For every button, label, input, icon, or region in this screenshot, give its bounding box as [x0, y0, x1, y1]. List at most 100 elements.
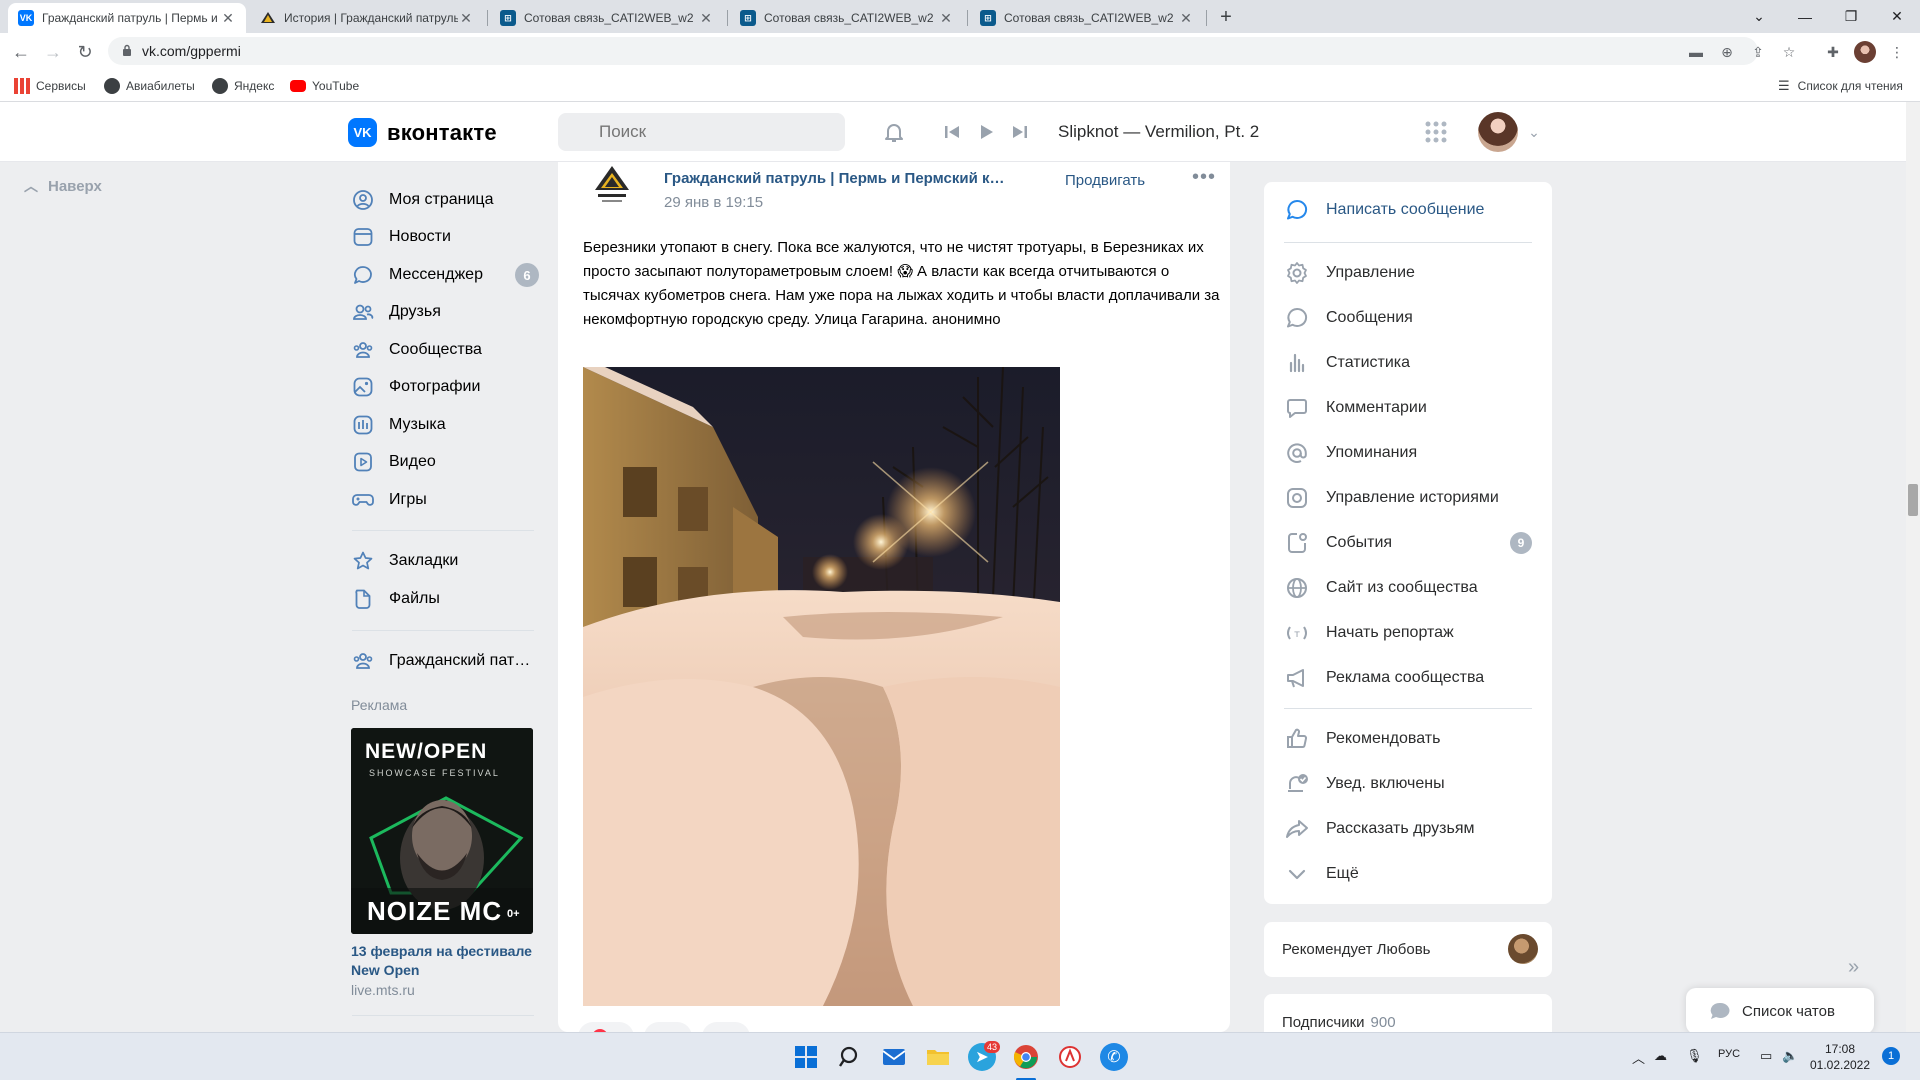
- page-scrollbar[interactable]: [1906, 102, 1920, 1032]
- notifications-badge[interactable]: 1: [1882, 1047, 1900, 1065]
- mail-icon[interactable]: [880, 1043, 908, 1071]
- address-bar[interactable]: vk.com/gppermi: [108, 37, 1758, 65]
- apps-grid-icon[interactable]: [1424, 120, 1448, 144]
- reading-list-button[interactable]: ☰ Список для чтения: [1778, 77, 1903, 95]
- minimize-button[interactable]: —: [1782, 0, 1828, 33]
- promote-button[interactable]: Продвигать: [1065, 172, 1145, 189]
- close-tab-icon[interactable]: ✕: [1178, 10, 1194, 27]
- like-button[interactable]: [578, 1022, 634, 1032]
- bookmark-youtube[interactable]: YouTube: [290, 77, 359, 95]
- new-tab-button[interactable]: +: [1212, 4, 1240, 30]
- notifications-bell-icon[interactable]: [882, 120, 906, 144]
- nav-friends[interactable]: Друзья: [352, 297, 542, 327]
- action-mentions[interactable]: Упоминания: [1284, 439, 1534, 467]
- app-icon[interactable]: [1056, 1043, 1084, 1071]
- phone-app-icon[interactable]: ✆: [1100, 1043, 1128, 1071]
- nav-bookmarks[interactable]: Закладки: [352, 546, 542, 576]
- nav-my-page[interactable]: Моя страница: [352, 185, 542, 215]
- nav-messenger[interactable]: Мессенджер: [352, 260, 542, 290]
- post-photo[interactable]: [583, 367, 1060, 1006]
- comment-button[interactable]: [644, 1022, 692, 1032]
- next-track-icon[interactable]: [1008, 120, 1032, 144]
- nav-community-gp[interactable]: Гражданский пат…: [352, 646, 542, 676]
- previous-track-icon[interactable]: [940, 120, 964, 144]
- community-avatar[interactable]: [592, 164, 632, 210]
- action-ads[interactable]: Реклама сообщества: [1284, 664, 1534, 692]
- bookmark-yandex[interactable]: Яндекс: [212, 77, 274, 95]
- vk-logo[interactable]: VK вконтакте: [348, 118, 497, 147]
- file-explorer-icon[interactable]: [924, 1043, 952, 1071]
- write-message-button[interactable]: Написать сообщение: [1284, 196, 1534, 224]
- action-recommend[interactable]: Рекомендовать: [1284, 725, 1534, 753]
- system-clock[interactable]: 17:08 01.02.2022: [1800, 1041, 1880, 1073]
- close-tab-icon[interactable]: ✕: [220, 10, 236, 27]
- tab-active[interactable]: VK Гражданский патруль | Пермь и ✕: [8, 3, 246, 33]
- volume-icon[interactable]: 🔈: [1782, 1048, 1798, 1064]
- nav-video[interactable]: Видео: [352, 447, 542, 477]
- bookmark-star-icon[interactable]: ☆: [1778, 41, 1800, 63]
- tab-survey-2[interactable]: ⊞ Сотовая связь_CATI2WEB_w2 ✕: [730, 3, 964, 33]
- extensions-icon[interactable]: ✚: [1822, 41, 1844, 63]
- share-button[interactable]: [702, 1022, 750, 1032]
- close-window-button[interactable]: ✕: [1874, 0, 1920, 33]
- action-events[interactable]: События: [1284, 529, 1534, 557]
- close-tab-icon[interactable]: ✕: [458, 10, 474, 27]
- back-arrow-icon[interactable]: ←: [8, 39, 34, 65]
- back-to-top-button[interactable]: ︿ Наверх: [24, 176, 102, 196]
- action-stories[interactable]: Управление историями: [1284, 484, 1534, 512]
- profile-avatar-icon[interactable]: [1854, 41, 1876, 63]
- nav-music[interactable]: Музыка: [352, 410, 542, 440]
- search-input[interactable]: [558, 113, 845, 151]
- action-messages[interactable]: Сообщения: [1284, 304, 1534, 332]
- onedrive-icon[interactable]: ☁: [1654, 1048, 1667, 1064]
- bookmark-services[interactable]: Сервисы: [14, 77, 86, 95]
- user-avatar[interactable]: [1478, 112, 1518, 152]
- chevron-down-icon[interactable]: ⌄: [1522, 120, 1546, 144]
- nav-news[interactable]: Новости: [352, 222, 542, 252]
- search-icon[interactable]: [836, 1043, 864, 1071]
- tray-expand-icon[interactable]: ︿: [1632, 1048, 1645, 1067]
- post-date-link[interactable]: 29 янв в 19:15: [664, 194, 763, 211]
- language-indicator[interactable]: РУС: [1718, 1048, 1740, 1060]
- action-stats[interactable]: Статистика: [1284, 349, 1534, 377]
- tab-search-icon[interactable]: ⌄: [1736, 0, 1782, 33]
- recommends-block[interactable]: Рекомендует Любовь: [1264, 922, 1552, 977]
- tab-survey-3[interactable]: ⊞ Сотовая связь_CATI2WEB_w2 ✕: [970, 3, 1204, 33]
- subscribers-block[interactable]: Подписчики 900: [1264, 994, 1552, 1034]
- more-options-icon[interactable]: •••: [1192, 166, 1216, 189]
- network-icon[interactable]: ▭: [1760, 1048, 1772, 1064]
- ad-title-link[interactable]: 13 февраля на фестивале New Open: [351, 942, 533, 980]
- forward-arrow-icon[interactable]: →: [40, 39, 66, 65]
- action-manage[interactable]: Управление: [1284, 259, 1534, 287]
- play-icon[interactable]: [974, 120, 998, 144]
- chrome-icon[interactable]: [1012, 1043, 1040, 1071]
- nav-games[interactable]: Игры: [352, 485, 542, 515]
- now-playing-track[interactable]: Slipknot — Vermilion, Pt. 2: [1058, 122, 1259, 142]
- browser-menu-icon[interactable]: ⋮: [1886, 41, 1908, 63]
- chats-list-button[interactable]: Список чатов: [1686, 988, 1874, 1034]
- microphone-icon[interactable]: 🎙: [1686, 1048, 1703, 1064]
- tab-survey-1[interactable]: ⊞ Сотовая связь_CATI2WEB_w2 ✕: [490, 3, 724, 33]
- nav-photos[interactable]: Фотографии: [352, 372, 542, 402]
- ad-banner-image[interactable]: NEW/OPEN SHOWCASE FESTIVAL NOIZE MC 0+: [351, 728, 533, 934]
- collapse-chats-icon[interactable]: »: [1848, 956, 1859, 979]
- restore-button[interactable]: ❐: [1828, 0, 1874, 33]
- start-windows-icon[interactable]: [792, 1043, 820, 1071]
- camera-blocked-icon[interactable]: ▬: [1685, 41, 1707, 63]
- friend-avatar[interactable]: [1508, 934, 1538, 964]
- share-page-icon[interactable]: ⇪: [1747, 41, 1769, 63]
- tab-history[interactable]: История | Гражданский патруль ✕: [250, 3, 484, 33]
- close-tab-icon[interactable]: ✕: [938, 10, 954, 27]
- action-site[interactable]: Сайт из сообщества: [1284, 574, 1534, 602]
- scrollbar-thumb[interactable]: [1908, 484, 1918, 516]
- action-live[interactable]: т Начать репортаж: [1284, 619, 1534, 647]
- nav-communities[interactable]: Сообщества: [352, 335, 542, 365]
- action-share[interactable]: Рассказать друзьям: [1284, 815, 1534, 843]
- post-author-link[interactable]: Гражданский патруль | Пермь и Пермский к…: [664, 170, 1014, 187]
- action-notifications[interactable]: Увед. включены: [1284, 770, 1534, 798]
- nav-files[interactable]: Файлы: [352, 584, 542, 614]
- reload-icon[interactable]: ↻: [72, 39, 98, 65]
- action-more[interactable]: Ещё: [1284, 860, 1534, 888]
- zoom-icon[interactable]: ⊕: [1716, 41, 1738, 63]
- close-tab-icon[interactable]: ✕: [698, 10, 714, 27]
